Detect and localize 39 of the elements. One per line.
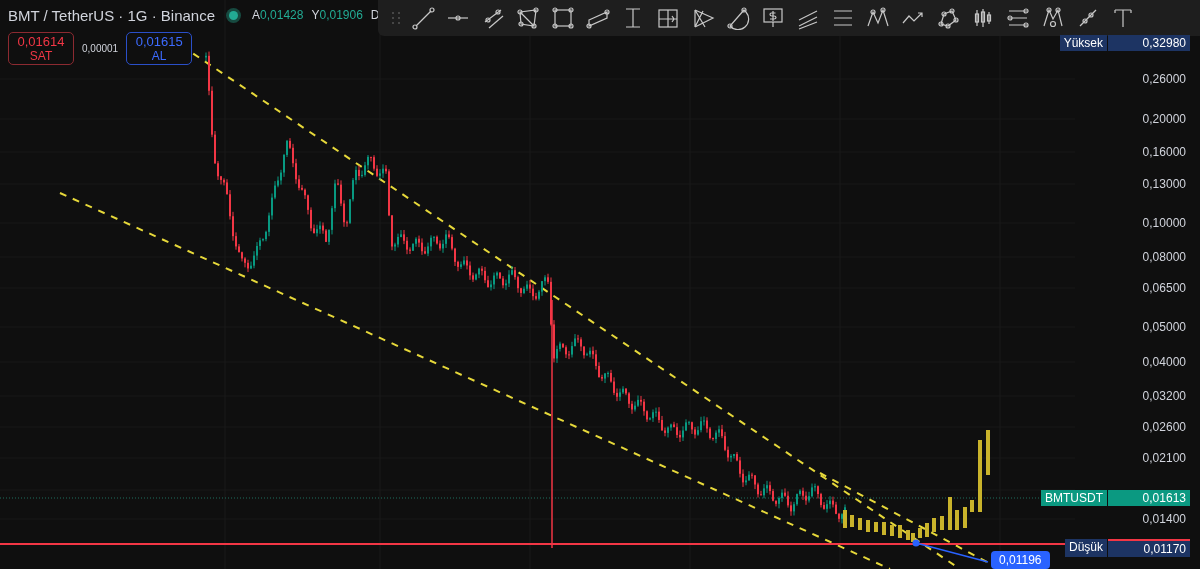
price-tick: 0,02600 <box>1142 420 1186 434</box>
price-tick: 0,01400 <box>1142 512 1186 526</box>
price-tick: 0,02100 <box>1142 451 1186 465</box>
sell-button[interactable]: 0,01614 SAT <box>8 32 74 65</box>
text-icon[interactable] <box>1111 6 1135 30</box>
price-marker-label: BMTUSDT <box>1041 490 1107 506</box>
price-tick: 0,05000 <box>1142 320 1186 334</box>
buy-button[interactable]: 0,01615 AL <box>126 32 193 65</box>
nodes-icon[interactable] <box>936 6 960 30</box>
dollar-sign-icon[interactable] <box>761 6 785 30</box>
list-lines-icon[interactable] <box>1006 6 1030 30</box>
spread-value: 0,00001 <box>82 43 119 54</box>
price-marker-value: 0,01613 <box>1108 490 1190 506</box>
price-marker-label: Yüksek <box>1059 35 1107 51</box>
price-tick: 0,16000 <box>1142 145 1186 159</box>
polygon-icon[interactable] <box>516 6 540 30</box>
arc-icon[interactable] <box>726 6 750 30</box>
ohlc-value: A0,01428 <box>252 8 304 22</box>
price-tick: 0,03200 <box>1142 389 1186 403</box>
price-tick: 0,04000 <box>1142 355 1186 369</box>
market-status-icon <box>229 10 239 20</box>
crosshair-box-icon[interactable] <box>656 6 680 30</box>
line-icon[interactable] <box>411 6 435 30</box>
measure-line[interactable] <box>912 539 989 563</box>
price-tick: 0,13000 <box>1142 177 1186 191</box>
symbol-title: BMT / TetherUS · 1G · Binance <box>8 6 216 24</box>
price-marker-value: 0,01170 <box>1108 539 1190 557</box>
price-tick: 0,10000 <box>1142 216 1186 230</box>
rectangle-icon[interactable] <box>551 6 575 30</box>
price-tick: 0,06500 <box>1142 281 1186 295</box>
price-marker-value: 0,32980 <box>1108 35 1190 51</box>
price-marker-label: Düşük <box>1065 539 1107 557</box>
xabcd-pattern-icon[interactable] <box>1041 6 1065 30</box>
price-tick: 0,08000 <box>1142 250 1186 264</box>
price-callout: 0,01196 <box>991 551 1050 569</box>
parallelogram-icon[interactable] <box>586 6 610 30</box>
price-tick: 0,26000 <box>1142 72 1186 86</box>
price-tick: 0,20000 <box>1142 112 1186 126</box>
ohlc-value: Y0,01906 <box>311 8 363 22</box>
